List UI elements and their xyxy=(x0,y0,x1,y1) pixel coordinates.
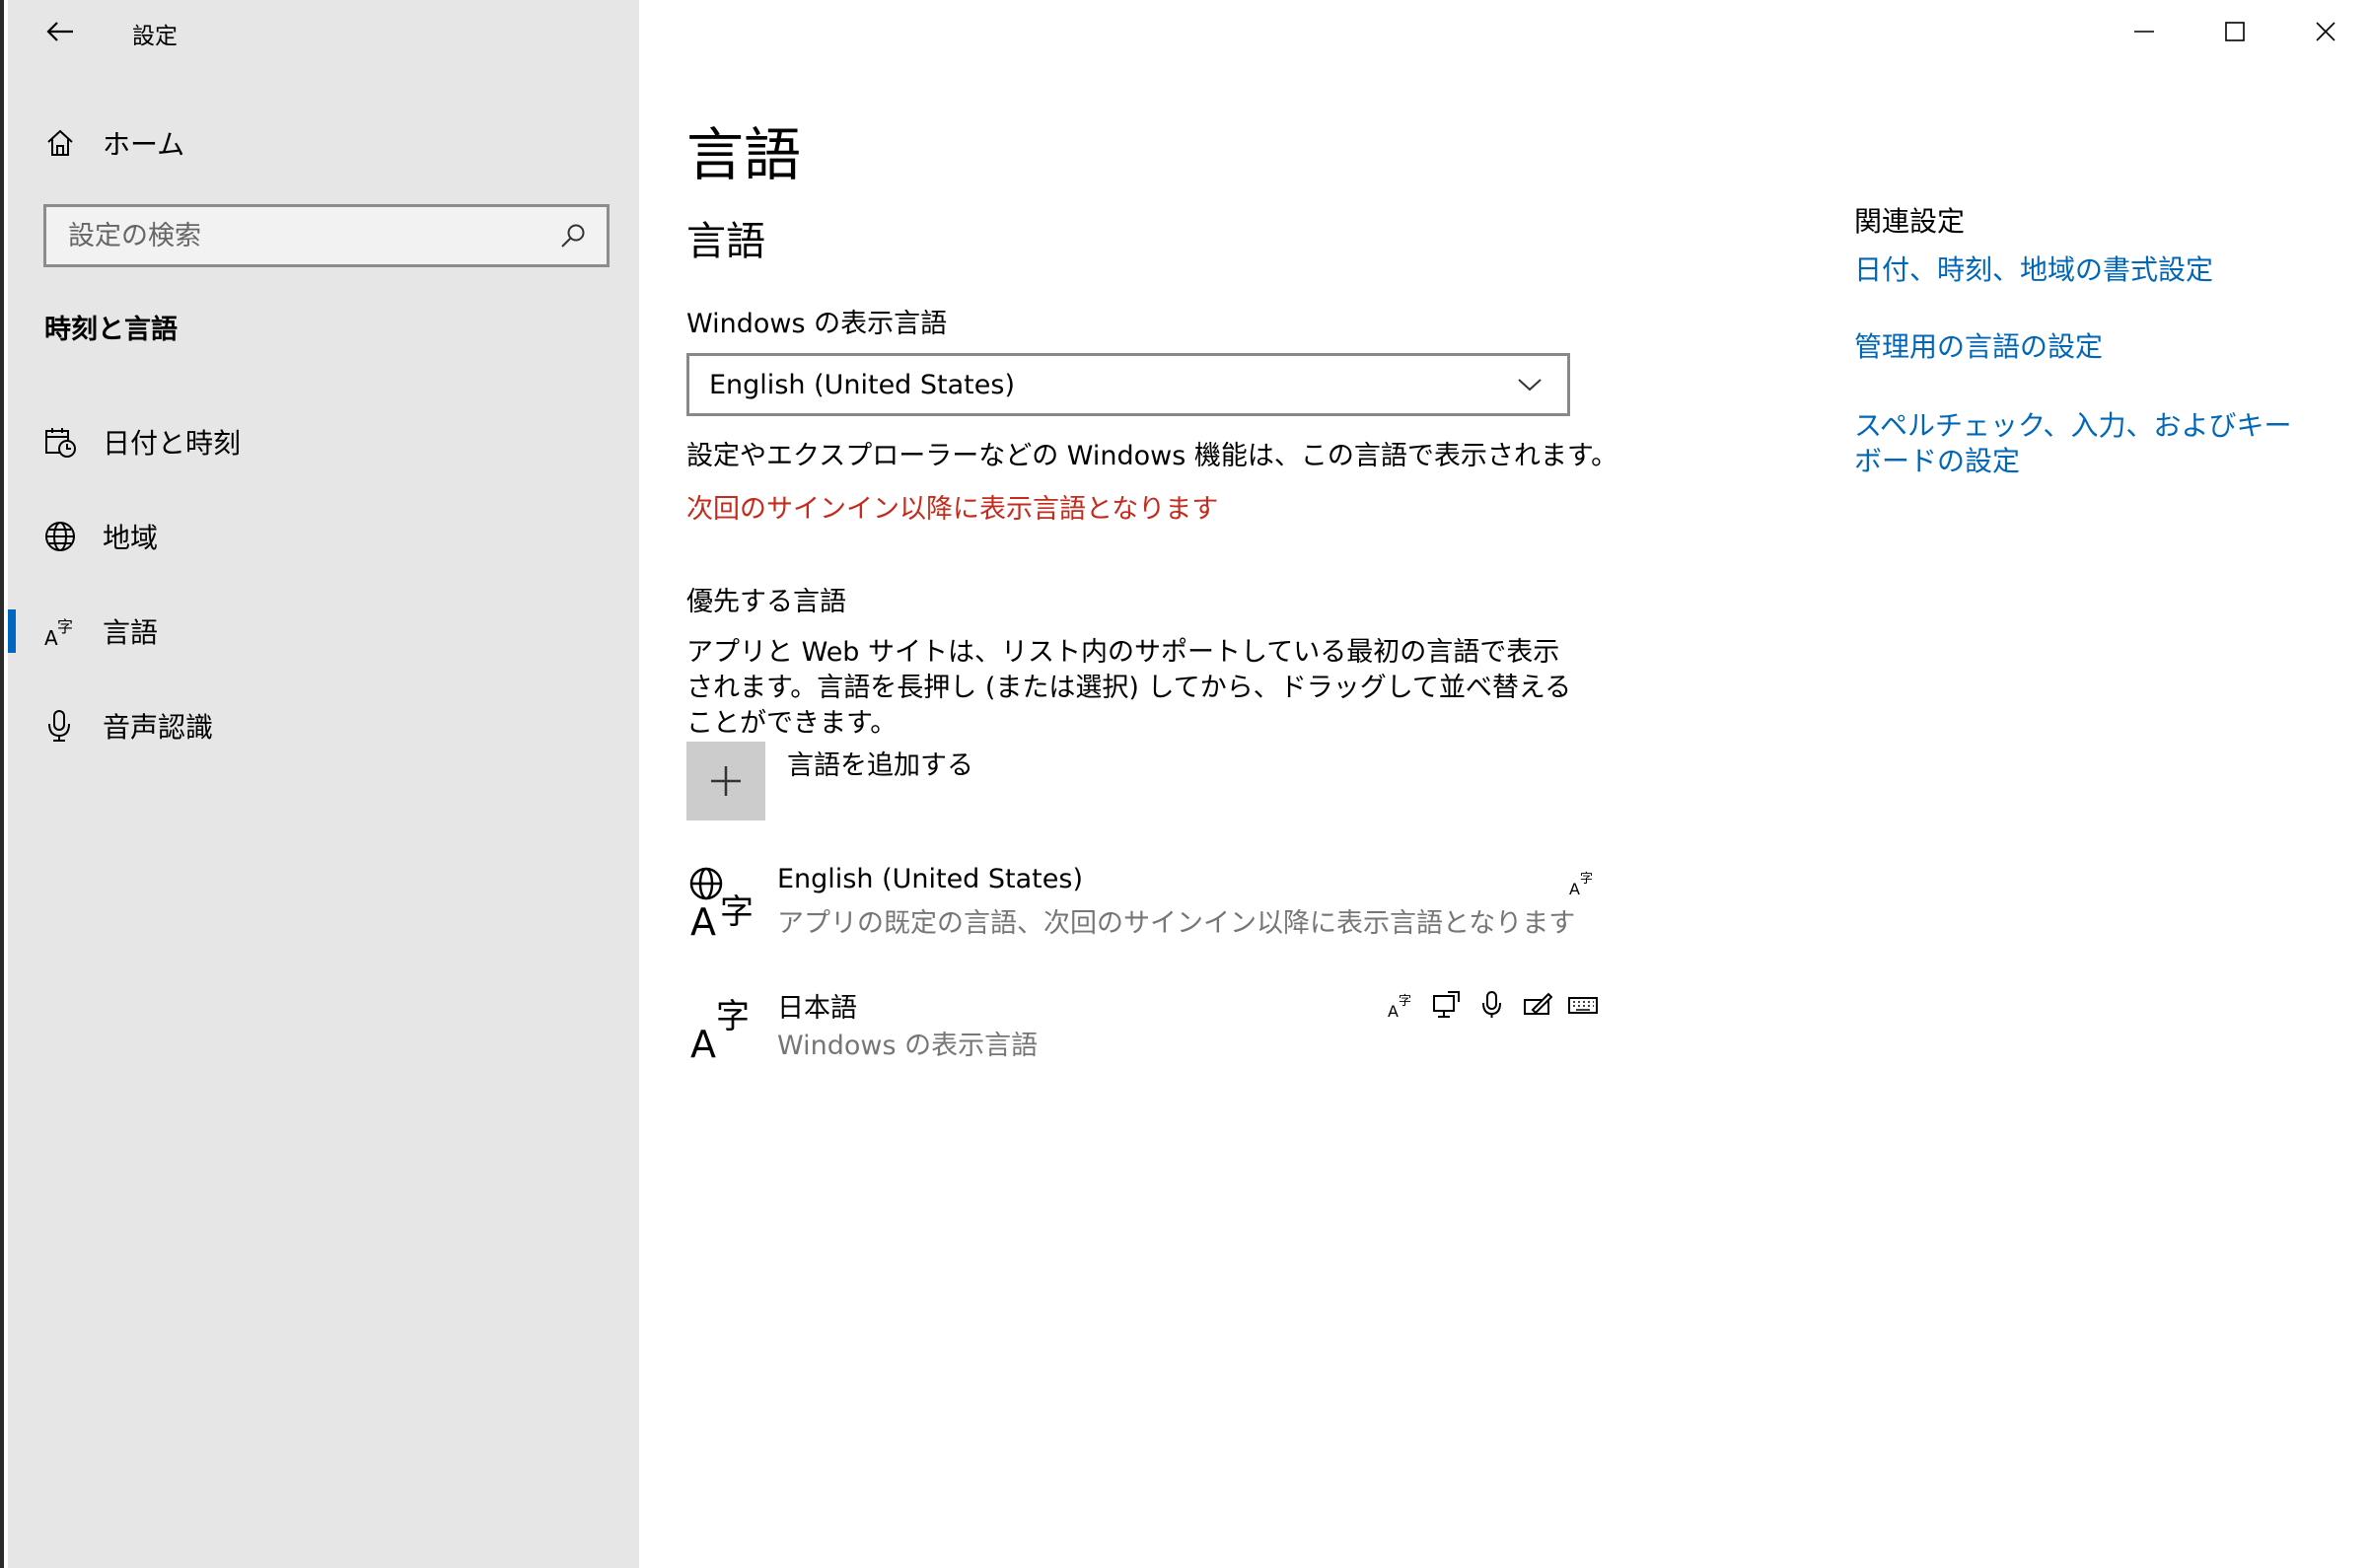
settings-window: 設定 ホーム 時刻と言語 日付と時刻 地域 xyxy=(0,0,2371,1568)
link-administrative-language-settings[interactable]: 管理用の言語の設定 xyxy=(1854,329,2318,365)
svg-text:字: 字 xyxy=(1399,994,1411,1009)
svg-text:字: 字 xyxy=(1580,872,1593,887)
display-language-warning: 次回のサインイン以降に表示言語となります xyxy=(686,494,1219,525)
add-language-label: 言語を追加する xyxy=(787,750,973,781)
sidebar-item-language[interactable]: A字 言語 xyxy=(8,602,639,661)
language-name: English (United States) xyxy=(777,864,1083,894)
sidebar-item-label: ホーム xyxy=(103,128,185,161)
preferred-languages-label: 優先する言語 xyxy=(686,587,846,617)
maximize-icon xyxy=(2225,22,2245,41)
language-item-japanese[interactable]: A 字 日本語 Windows の表示言語 A字 xyxy=(686,986,1614,1075)
calendar-clock-icon xyxy=(37,419,83,464)
close-icon xyxy=(2316,22,2335,41)
svg-text:A: A xyxy=(44,626,58,648)
sidebar-item-label: 言語 xyxy=(103,616,159,649)
language-icon: A 字 xyxy=(686,986,761,1066)
link-date-time-region-format[interactable]: 日付、時刻、地域の書式設定 xyxy=(1854,252,2318,288)
microphone-icon xyxy=(37,703,83,748)
display-language-value: English (United States) xyxy=(709,369,1015,400)
svg-text:字: 字 xyxy=(720,892,754,932)
sidebar-item-region[interactable]: 地域 xyxy=(8,507,639,566)
chevron-down-icon xyxy=(1510,365,1549,404)
display-language-feature-icon: A字 xyxy=(1383,986,1420,1024)
maximize-button[interactable] xyxy=(2190,0,2280,63)
language-pack-globe-icon: A 字 xyxy=(686,864,761,944)
microphone-icon xyxy=(1473,986,1511,1024)
keyboard-icon xyxy=(1564,986,1602,1024)
search-box[interactable] xyxy=(43,204,610,267)
back-arrow-icon xyxy=(46,22,73,41)
language-item-english[interactable]: A 字 English (United States) アプリの既定の言語、次回… xyxy=(686,864,1614,953)
globe-icon xyxy=(37,514,83,559)
home-icon xyxy=(37,120,83,166)
link-spelling-typing-keyboard-settings[interactable]: スペルチェック、入力、およびキーボードの設定 xyxy=(1854,408,2318,479)
page-title: 言語 xyxy=(686,121,802,188)
svg-text:A: A xyxy=(1388,1002,1399,1020)
text-to-speech-icon xyxy=(1428,986,1466,1024)
svg-text:A: A xyxy=(1569,880,1580,897)
preferred-languages-description: アプリと Web サイトは、リスト内のサポートしている最初の言語で表示されます。… xyxy=(686,637,1572,739)
handwriting-icon xyxy=(1519,986,1556,1024)
related-settings-title: 関連設定 xyxy=(1854,205,1966,238)
svg-text:字: 字 xyxy=(716,997,750,1036)
svg-text:A: A xyxy=(690,900,716,939)
sidebar-item-speech[interactable]: 音声認識 xyxy=(8,696,639,755)
minimize-button[interactable] xyxy=(2099,0,2190,63)
sidebar-item-label: 音声認識 xyxy=(103,711,214,744)
language-description: Windows の表示言語 xyxy=(777,1031,1039,1061)
search-icon[interactable] xyxy=(553,216,593,255)
app-title: 設定 xyxy=(132,24,178,49)
display-language-note: 設定やエクスプローラーなどの Windows 機能は、この言語で表示されます。 xyxy=(686,441,1618,471)
display-language-feature-icon: A字 xyxy=(1564,864,1602,901)
display-language-label: Windows の表示言語 xyxy=(686,309,948,339)
close-button[interactable] xyxy=(2280,0,2371,63)
sidebar-item-date-time[interactable]: 日付と時刻 xyxy=(8,412,639,471)
back-button[interactable] xyxy=(37,12,83,51)
plus-icon xyxy=(686,742,765,820)
svg-text:字: 字 xyxy=(57,617,73,636)
search-input[interactable] xyxy=(46,219,553,252)
sidebar-item-label: 日付と時刻 xyxy=(103,427,242,460)
svg-text:A: A xyxy=(690,1023,716,1061)
language-icon: A字 xyxy=(37,608,83,654)
section-title: 言語 xyxy=(686,219,765,264)
add-language-button[interactable]: 言語を追加する xyxy=(686,742,973,820)
main-content: 言語 言語 Windows の表示言語 English (United Stat… xyxy=(639,0,2371,1568)
display-language-dropdown[interactable]: English (United States) xyxy=(686,353,1570,416)
minimize-icon xyxy=(2134,31,2154,33)
sidebar-item-label: 地域 xyxy=(103,522,159,554)
sidebar: 設定 ホーム 時刻と言語 日付と時刻 地域 xyxy=(8,0,639,1568)
sidebar-item-home[interactable]: ホーム xyxy=(37,118,610,168)
language-description: アプリの既定の言語、次回のサインイン以降に表示言語となります xyxy=(777,908,1576,939)
sidebar-section-title: 時刻と言語 xyxy=(44,315,178,345)
language-name: 日本語 xyxy=(777,993,857,1024)
